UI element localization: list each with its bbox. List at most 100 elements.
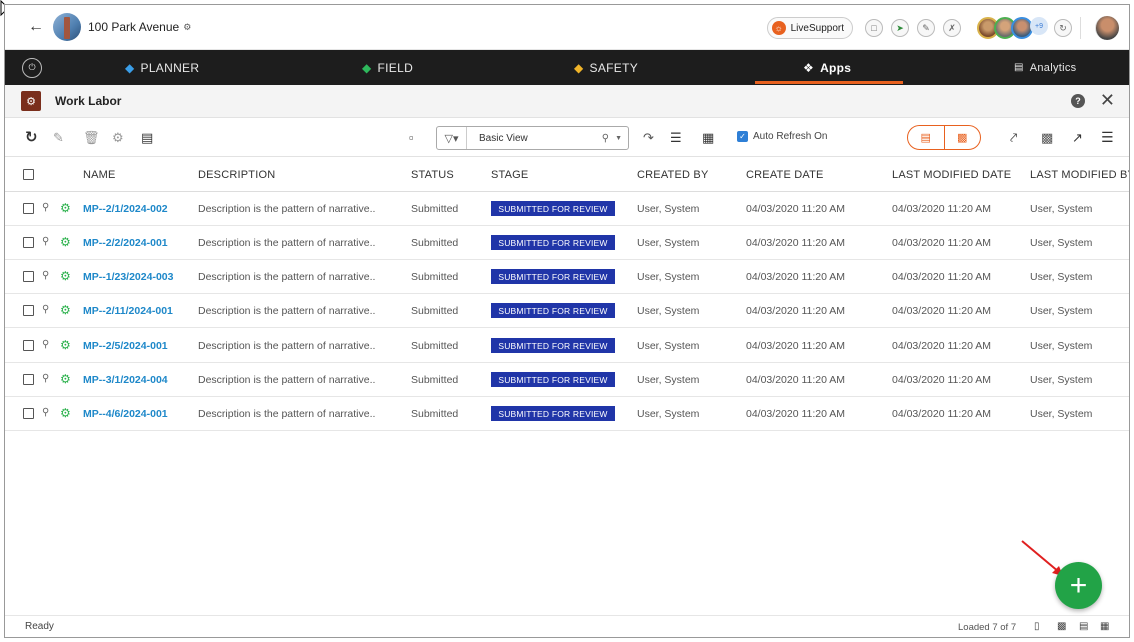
location-pin-icon[interactable]: ⚲ <box>42 339 49 350</box>
workflow-gear-icon[interactable]: ⚙ <box>60 406 71 420</box>
workflow-gear-icon[interactable]: ⚙ <box>60 235 71 249</box>
grid-icon[interactable]: ▦ <box>1100 621 1109 632</box>
project-title[interactable]: 100 Park Avenue <box>88 20 179 34</box>
create-date-cell: 04/03/2020 11:20 AM <box>746 237 846 249</box>
last-modified-by-cell: User, System <box>1030 408 1093 420</box>
table-row[interactable]: ⚲ ⚙ MP--2/11/2024-001 Description is the… <box>5 294 1129 328</box>
column-header-last-modified-by[interactable]: LAST MODIFIED BY <box>1030 169 1129 181</box>
description-cell: Description is the pattern of narrative.… <box>198 271 376 283</box>
report-icon[interactable]: ▤ <box>141 130 153 146</box>
row-checkbox[interactable] <box>23 203 34 214</box>
row-checkbox[interactable] <box>23 237 34 248</box>
row-checkbox[interactable] <box>23 305 34 316</box>
app-window: ← 100 Park Avenue ⚙ ☼ LiveSupport □ ➤ ✎ … <box>4 4 1130 638</box>
participants-group[interactable]: +9 <box>977 17 1048 39</box>
column-header-stage[interactable]: STAGE <box>491 169 528 181</box>
select-all-checkbox[interactable] <box>23 169 34 180</box>
column-header-create-date[interactable]: CREATE DATE <box>746 169 824 181</box>
cursor-share-icon[interactable]: ➤ <box>891 19 909 37</box>
create-date-cell: 04/03/2020 11:20 AM <box>746 374 846 386</box>
record-name-link[interactable]: MP--2/11/2024-001 <box>83 305 173 317</box>
workflow-gear-icon[interactable]: ⚙ <box>60 201 71 215</box>
table-row[interactable]: ⚲ ⚙ MP--1/23/2024-003 Description is the… <box>5 260 1129 294</box>
record-name-link[interactable]: MP--4/6/2024-001 <box>83 408 168 420</box>
nav-tab-planner[interactable]: ◆ PLANNER <box>125 50 199 85</box>
list-view-icon[interactable]: ☰ <box>670 130 682 146</box>
open-external-icon[interactable]: ↗ <box>1072 130 1083 146</box>
row-checkbox[interactable] <box>23 374 34 385</box>
row-checkbox[interactable] <box>23 340 34 351</box>
record-name-link[interactable]: MP--3/1/2024-004 <box>83 374 168 386</box>
live-support-button[interactable]: ☼ LiveSupport <box>766 17 853 39</box>
record-name-link[interactable]: MP--2/1/2024-002 <box>83 203 168 215</box>
workflow-gear-icon[interactable]: ⚙ <box>60 338 71 352</box>
add-record-button[interactable]: + <box>1055 562 1102 609</box>
export-icon[interactable]: ↷ <box>643 130 654 146</box>
image-view-icon[interactable]: ▦ <box>702 130 714 146</box>
record-name-link[interactable]: MP--2/5/2024-001 <box>83 340 168 352</box>
help-icon[interactable]: ? <box>1071 94 1085 108</box>
close-icon[interactable]: ✕ <box>1100 90 1115 111</box>
column-header-last-modified-date[interactable]: LAST MODIFIED DATE <box>892 169 1011 181</box>
settings-gear-icon[interactable]: ⚙ <box>112 130 124 146</box>
barcode-icon[interactable]: ▯ <box>1034 621 1040 632</box>
refresh-icon[interactable]: ↻ <box>25 128 38 146</box>
location-pin-icon[interactable]: ⚲ <box>42 236 49 247</box>
nav-tab-field[interactable]: ◆ FIELD <box>362 50 413 85</box>
table-row[interactable]: ⚲ ⚙ MP--3/1/2024-004 Description is the … <box>5 363 1129 397</box>
record-name-link[interactable]: MP--1/23/2024-003 <box>83 271 173 283</box>
auto-refresh-checkbox[interactable]: ✓ <box>737 131 748 142</box>
row-checkbox[interactable] <box>23 408 34 419</box>
app-logo-icon[interactable]: ⏻ <box>22 57 42 78</box>
participants-more-count[interactable]: +9 <box>1030 17 1048 35</box>
column-header-name[interactable]: NAME <box>83 169 116 181</box>
back-arrow-icon[interactable]: ← <box>25 16 47 38</box>
table-row[interactable]: ⚲ ⚙ MP--2/5/2024-001 Description is the … <box>5 329 1129 363</box>
live-support-label: LiveSupport <box>790 22 844 34</box>
delete-trash-icon[interactable]: 🗑 <box>83 130 100 146</box>
row-checkbox[interactable] <box>23 271 34 282</box>
chevron-down-icon[interactable]: ▼ <box>615 135 622 142</box>
save-icon[interactable]: □ <box>865 19 883 37</box>
workflow-gear-icon[interactable]: ⚙ <box>60 372 71 386</box>
menu-icon[interactable]: ☰ <box>1101 129 1114 146</box>
report-icon[interactable]: ▤ <box>1079 621 1088 632</box>
table-row[interactable]: ⚲ ⚙ MP--2/1/2024-002 Description is the … <box>5 192 1129 226</box>
location-pin-icon[interactable]: ⚲ <box>42 407 49 418</box>
filter-icon[interactable]: ▽▾ <box>437 127 467 149</box>
project-settings-icon[interactable]: ⚙ <box>183 22 191 33</box>
column-header-created-by[interactable]: CREATED BY <box>637 169 708 181</box>
table-row[interactable]: ⚲ ⚙ MP--4/6/2024-001 Description is the … <box>5 397 1129 431</box>
nav-tab-analytics[interactable]: ▤ Analytics <box>1014 50 1076 85</box>
nav-tab-apps[interactable]: ❖ Apps <box>803 50 851 85</box>
user-avatar[interactable] <box>1095 16 1119 40</box>
location-pin-icon[interactable]: ⚲ <box>42 373 49 384</box>
sync-icon[interactable]: ↻ <box>1054 19 1072 37</box>
project-avatar[interactable] <box>53 13 81 41</box>
location-pin-icon[interactable]: ⚲ <box>42 202 49 213</box>
nav-tab-label: SAFETY <box>589 60 639 75</box>
column-header-status[interactable]: STATUS <box>411 169 454 181</box>
record-name-link[interactable]: MP--2/2/2024-001 <box>83 237 168 249</box>
auto-refresh-toggle[interactable]: ✓ Auto Refresh On <box>737 131 827 142</box>
filter-export-icon[interactable]: ▩ <box>1041 130 1053 146</box>
search-icon[interactable]: ⚲ <box>602 133 609 144</box>
workflow-gear-icon[interactable]: ⚙ <box>60 269 71 283</box>
saved-views-icon[interactable]: ▫ <box>409 130 414 145</box>
share-icon[interactable]: ⤤ <box>1010 130 1017 146</box>
edit-icon[interactable]: ✗ <box>943 19 961 37</box>
workflow-gear-icon[interactable]: ⚙ <box>60 303 71 317</box>
view-selector[interactable]: ▽▾ Basic View ⚲ ▼ <box>436 126 629 150</box>
document-view-icon[interactable]: ▤ <box>908 126 944 149</box>
location-pin-icon[interactable]: ⚲ <box>42 270 49 281</box>
last-modified-by-cell: User, System <box>1030 237 1093 249</box>
bar-chart-icon[interactable]: ▩ <box>1057 621 1066 632</box>
edit-pencil-icon[interactable]: ✎ <box>53 130 64 146</box>
location-pin-icon[interactable]: ⚲ <box>42 304 49 315</box>
chart-view-icon[interactable]: ▩ <box>943 126 981 149</box>
column-header-description[interactable]: DESCRIPTION <box>198 169 275 181</box>
stage-badge: SUBMITTED FOR REVIEW <box>491 269 615 284</box>
nav-tab-safety[interactable]: ◆ SAFETY <box>574 50 638 85</box>
chat-icon[interactable]: ✎ <box>917 19 935 37</box>
table-row[interactable]: ⚲ ⚙ MP--2/2/2024-001 Description is the … <box>5 226 1129 260</box>
